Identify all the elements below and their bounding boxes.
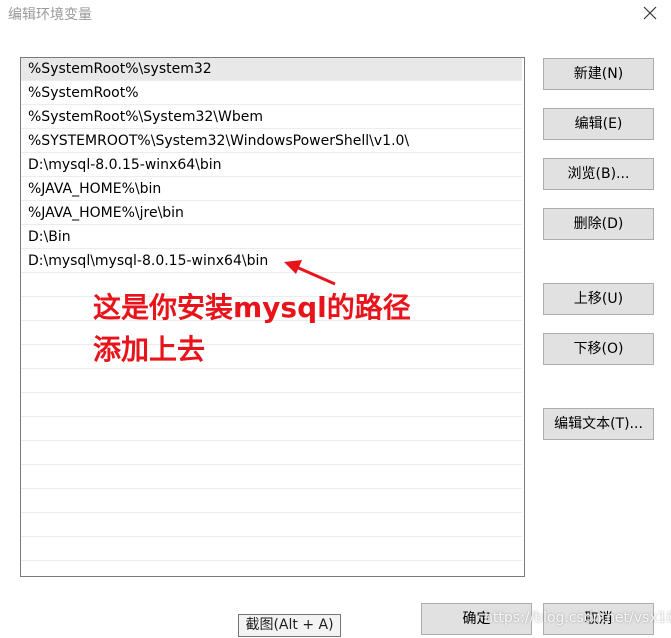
annotation-text: 这是你安装mysql的路径 添加上去 [93, 287, 493, 371]
empty-row [21, 466, 522, 489]
empty-row [21, 490, 522, 513]
edit-text-button[interactable]: 编辑文本(T)... [543, 408, 654, 440]
empty-row [21, 370, 522, 393]
close-icon[interactable] [640, 3, 660, 23]
annotation-arrow-icon [284, 260, 336, 286]
new-button[interactable]: 新建(N) [543, 58, 654, 90]
empty-row [21, 538, 522, 561]
edit-button[interactable]: 编辑(E) [543, 108, 654, 140]
browse-button[interactable]: 浏览(B)... [543, 158, 654, 190]
list-item[interactable]: D:\mysql-8.0.15-winx64\bin [21, 154, 522, 177]
list-item[interactable]: %JAVA_HOME%\bin [21, 178, 522, 201]
empty-row [21, 418, 522, 441]
empty-row [21, 514, 522, 537]
list-item[interactable]: %SystemRoot% [21, 82, 522, 105]
list-item[interactable]: D:\mysql\mysql-8.0.15-winx64\bin [21, 250, 522, 273]
empty-row [21, 394, 522, 417]
empty-row [21, 442, 522, 465]
list-item[interactable]: %SystemRoot%\system32 [21, 58, 522, 81]
annotation-line: 这是你安装mysql的路径 [93, 291, 411, 324]
window-title: 编辑环境变量 [8, 7, 92, 23]
watermark: https://blog.csdn.net/vsx101 [484, 610, 671, 626]
title-bar: 编辑环境变量 [0, 0, 671, 30]
list-item[interactable]: D:\Bin [21, 226, 522, 249]
list-item[interactable]: %JAVA_HOME%\jre\bin [21, 202, 522, 225]
annotation-line: 添加上去 [93, 333, 206, 366]
move-down-button[interactable]: 下移(O) [543, 333, 654, 365]
move-up-button[interactable]: 上移(U) [543, 283, 654, 315]
delete-button[interactable]: 删除(D) [543, 208, 654, 240]
list-item[interactable]: %SYSTEMROOT%\System32\WindowsPowerShell\… [21, 130, 522, 153]
list-item[interactable]: %SystemRoot%\System32\Wbem [21, 106, 522, 129]
screenshot-tooltip: 截图(Alt + A) [238, 614, 341, 637]
